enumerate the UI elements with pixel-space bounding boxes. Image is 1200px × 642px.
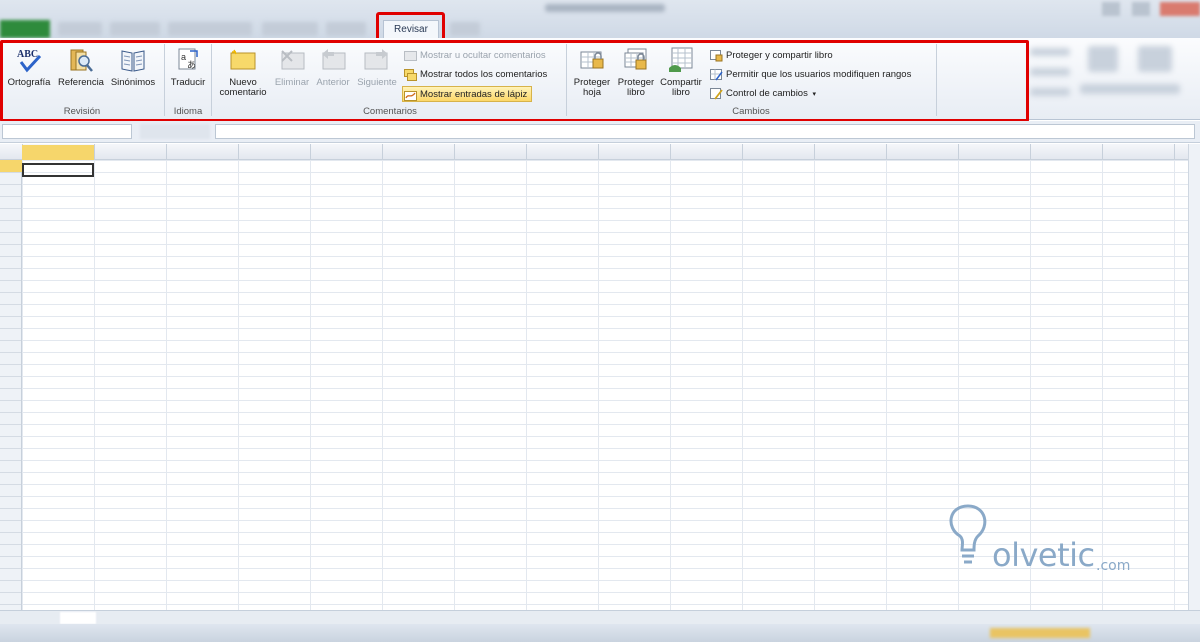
tab-highlight-box xyxy=(376,12,445,41)
formula-input[interactable] xyxy=(215,124,1195,139)
blurred-control xyxy=(1138,46,1172,72)
formula-bar xyxy=(0,121,1200,143)
minimize-button[interactable] xyxy=(1102,2,1120,16)
blurred-control xyxy=(1080,84,1180,94)
tab-insertar[interactable] xyxy=(110,22,160,36)
blurred-control xyxy=(1030,68,1070,76)
blurred-control xyxy=(1030,88,1070,96)
sheet-tab[interactable] xyxy=(60,612,96,624)
maximize-button[interactable] xyxy=(1132,2,1150,16)
blurred-control xyxy=(1088,46,1118,72)
tab-inicio[interactable] xyxy=(58,22,102,36)
column-headers[interactable] xyxy=(0,144,1188,160)
tab-vista[interactable] xyxy=(450,22,480,36)
vertical-scrollbar[interactable] xyxy=(1188,144,1200,610)
selected-row-header[interactable] xyxy=(0,160,22,172)
zoom-slider[interactable] xyxy=(990,628,1090,638)
active-cell[interactable] xyxy=(22,163,94,177)
row-headers[interactable] xyxy=(0,160,22,610)
window-title xyxy=(545,4,665,12)
watermark-logo: olvetic .com xyxy=(940,498,1160,588)
tab-datos[interactable] xyxy=(326,22,366,36)
close-button[interactable] xyxy=(1160,2,1200,16)
watermark-suffix: .com xyxy=(1096,558,1131,574)
lightbulb-icon xyxy=(949,504,987,564)
fx-icon[interactable] xyxy=(140,124,210,139)
blurred-control xyxy=(1030,48,1070,56)
tab-diseno[interactable] xyxy=(168,22,252,36)
ribbon-highlight-box xyxy=(0,40,1029,122)
name-box[interactable] xyxy=(2,124,132,139)
selected-column-header[interactable] xyxy=(22,145,94,160)
watermark-text: olvetic xyxy=(992,536,1095,574)
status-bar xyxy=(0,624,1200,642)
sheet-tab-bar xyxy=(0,610,1200,624)
tab-formulas[interactable] xyxy=(262,22,318,36)
tab-file[interactable] xyxy=(0,20,50,38)
title-bar: Revisar xyxy=(0,0,1200,39)
